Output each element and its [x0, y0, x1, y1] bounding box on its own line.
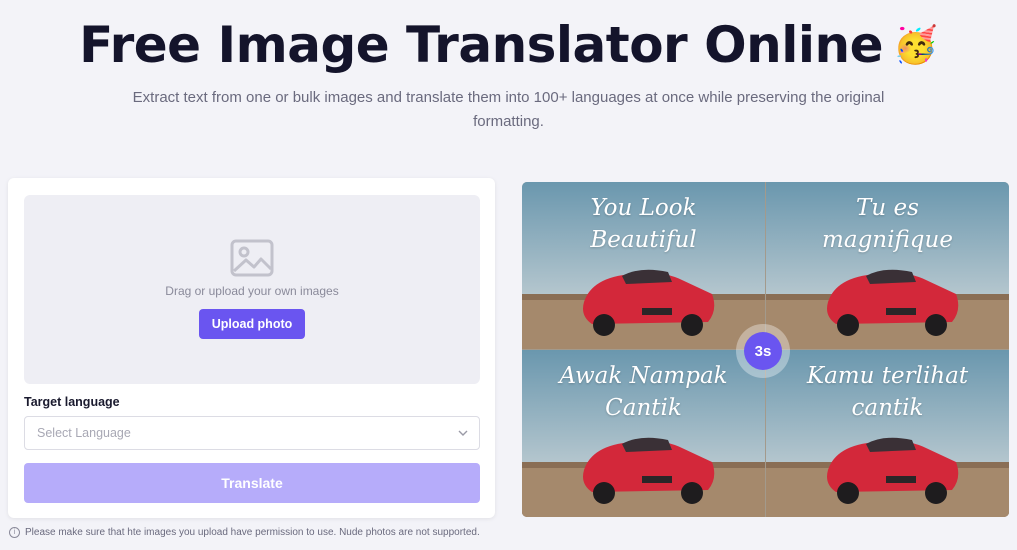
- demo-quadrant: Awak Nampak Cantik: [522, 350, 765, 517]
- party-emoji-icon: 🥳: [893, 24, 938, 65]
- demo-quadrant: Kamu terlihat cantik: [766, 350, 1009, 517]
- demo-caption: You Look Beautiful: [590, 195, 697, 253]
- timer-badge: 3s: [744, 332, 782, 370]
- target-language-label: Target language: [24, 395, 120, 409]
- translator-card: Drag or upload your own images Upload ph…: [8, 178, 495, 518]
- demo-caption: Awak Nampak Cantik: [559, 363, 728, 421]
- demo-quadrant: You Look Beautiful: [522, 182, 765, 349]
- demo-quadrant: Tu es magnifique: [766, 182, 1009, 349]
- demo-caption: Tu es magnifique: [822, 195, 953, 253]
- translate-button[interactable]: Translate: [24, 463, 480, 503]
- upload-photo-button[interactable]: Upload photo: [199, 309, 305, 339]
- title-row: Free Image Translator Online 🥳: [0, 12, 1017, 78]
- drop-text: Drag or upload your own images: [165, 284, 339, 298]
- language-select[interactable]: Select Language: [24, 416, 480, 450]
- page-title: Free Image Translator Online: [79, 16, 884, 74]
- notice-text: Please make sure that hte images you upl…: [25, 527, 480, 538]
- info-icon: i: [9, 527, 20, 538]
- timer-ring: 3s: [736, 324, 790, 378]
- chevron-down-icon: [458, 430, 468, 436]
- image-icon: [230, 239, 274, 277]
- demo-caption: Kamu terlihat cantik: [806, 363, 969, 421]
- upload-dropzone[interactable]: Drag or upload your own images Upload ph…: [24, 195, 480, 384]
- demo-preview: You Look Beautiful Tu es magnifique Awak…: [522, 182, 1009, 517]
- permission-notice: i Please make sure that hte images you u…: [9, 527, 480, 538]
- page-subtitle: Extract text from one or bulk images and…: [132, 89, 885, 130]
- language-select-placeholder: Select Language: [37, 426, 131, 440]
